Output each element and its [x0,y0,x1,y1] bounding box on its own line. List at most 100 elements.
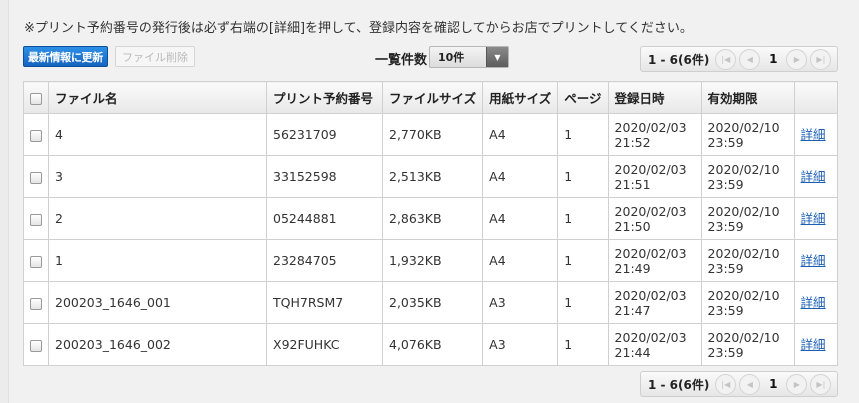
cell-filesize: 2,863KB [381,197,484,240]
cell-filesize: 1,932KB [381,239,484,282]
cell-detail: 詳細 [793,239,839,282]
row-checkbox[interactable] [30,339,42,352]
cell-filename: 200203_1646_001 [48,281,267,324]
cell-detail: 詳細 [793,155,839,198]
print-notice: ※プリント予約番号の発行後は必ず右端の[詳細]を押して、登録内容を確認してからお… [24,21,693,36]
cell-pages: 1 [557,155,609,198]
cell-detail: 詳細 [793,281,839,324]
cell-registered: 2020/02/03 21:49 [607,239,702,282]
cell-filesize: 2,770KB [381,113,484,156]
expires-time: 23:59 [707,260,744,276]
pager-range: 1 - 6(6件) [648,377,710,392]
cell-filename: 200203_1646_002 [48,323,267,366]
registered-time: 21:52 [614,134,651,150]
row-select-cell [23,239,49,282]
header-filesize[interactable]: ファイルサイズ [381,81,484,114]
perpage-label: 一覧件数 [375,53,428,68]
cell-reserve-no: 56231709 [266,113,383,156]
pager-bottom: 1 - 6(6件) |◀ ◀ 1 ▶ ▶| [640,371,838,397]
registered-date: 2020/02/03 [614,119,687,135]
cell-registered: 2020/02/03 21:44 [607,323,702,366]
select-all-checkbox[interactable] [30,92,42,105]
next-page-icon[interactable]: ▶ [786,48,808,70]
detail-link[interactable]: 詳細 [801,211,826,226]
expires-date: 2020/02/10 [707,245,780,261]
first-page-icon[interactable]: |◀ [715,48,737,70]
row-select-cell [23,197,49,240]
chevron-down-icon: ▼ [486,47,508,67]
header-registered[interactable]: 登録日時 [607,81,702,114]
pager-top: 1 - 6(6件) |◀ ◀ 1 ▶ ▶| [640,46,838,72]
cell-paper: A3 [482,323,559,366]
next-page-icon[interactable]: ▶ [786,373,808,395]
header-pages[interactable]: ページ [557,81,609,114]
cell-pages: 1 [557,113,609,156]
detail-link[interactable]: 詳細 [801,127,826,142]
row-checkbox[interactable] [30,255,42,268]
expires-date: 2020/02/10 [707,287,780,303]
expires-time: 23:59 [707,176,744,192]
detail-link[interactable]: 詳細 [801,295,826,310]
cell-detail: 詳細 [793,113,839,156]
detail-link[interactable]: 詳細 [801,253,826,268]
cell-filename: 3 [48,155,267,198]
header-expires[interactable]: 有効期限 [700,81,795,114]
registered-time: 21:51 [614,176,651,192]
row-checkbox[interactable] [30,129,42,142]
row-select-cell [23,323,49,366]
cell-filesize: 4,076KB [381,323,484,366]
file-table: ファイル名 プリント予約番号 ファイルサイズ 用紙サイズ ページ 登録日時 有効… [23,81,839,366]
row-select-cell [23,155,49,198]
table-row: 200203_1646_002 X92FUHKC 4,076KB A3 1 2020/02… [23,323,839,366]
table-row: 3 33152598 2,513KB A4 1 2020/02/03 21:51 2020/0… [23,155,839,198]
cell-registered: 2020/02/03 21:50 [607,197,702,240]
expires-time: 23:59 [707,302,744,318]
last-page-icon[interactable]: ▶| [810,373,832,395]
cell-expires: 2020/02/10 23:59 [700,113,795,156]
expires-time: 23:59 [707,134,744,150]
refresh-button[interactable]: 最新情報に更新 [23,46,108,67]
cell-paper: A4 [482,239,559,282]
detail-link[interactable]: 詳細 [801,337,826,352]
table-row: 200203_1646_001 TQH7RSM7 2,035KB A3 1 2020/02… [23,281,839,324]
cell-expires: 2020/02/10 23:59 [700,155,795,198]
cell-expires: 2020/02/10 23:59 [700,281,795,324]
cell-reserve-no: 33152598 [266,155,383,198]
detail-link[interactable]: 詳細 [801,169,826,184]
prev-page-icon[interactable]: ◀ [739,48,761,70]
cell-filename: 4 [48,113,267,156]
expires-date: 2020/02/10 [707,203,780,219]
cell-filesize: 2,035KB [381,281,484,324]
cell-pages: 1 [557,323,609,366]
header-filename[interactable]: ファイル名 [48,81,267,114]
current-page[interactable]: 1 [763,377,783,391]
cell-reserve-no: TQH7RSM7 [266,281,383,324]
registered-date: 2020/02/03 [614,161,687,177]
prev-page-icon[interactable]: ◀ [739,373,761,395]
cell-pages: 1 [557,281,609,324]
registered-date: 2020/02/03 [614,287,687,303]
last-page-icon[interactable]: ▶| [810,48,832,70]
perpage-select[interactable]: 10件 ▼ [429,46,509,68]
registered-date: 2020/02/03 [614,203,687,219]
current-page[interactable]: 1 [763,52,783,66]
registered-time: 21:44 [614,344,651,360]
row-checkbox[interactable] [30,297,42,310]
cell-reserve-no: 23284705 [266,239,383,282]
cell-pages: 1 [557,239,609,282]
expires-time: 23:59 [707,344,744,360]
registered-time: 21:50 [614,218,651,234]
header-paper[interactable]: 用紙サイズ [482,81,559,114]
cell-paper: A4 [482,197,559,240]
delete-file-button[interactable]: ファイル削除 [115,46,195,67]
expires-date: 2020/02/10 [707,161,780,177]
cell-registered: 2020/02/03 21:52 [607,113,702,156]
header-reserve-no[interactable]: プリント予約番号 [266,81,383,114]
row-checkbox[interactable] [30,171,42,184]
cell-pages: 1 [557,197,609,240]
expires-time: 23:59 [707,218,744,234]
first-page-icon[interactable]: |◀ [715,373,737,395]
registered-time: 21:49 [614,260,651,276]
row-checkbox[interactable] [30,213,42,226]
cell-detail: 詳細 [793,197,839,240]
